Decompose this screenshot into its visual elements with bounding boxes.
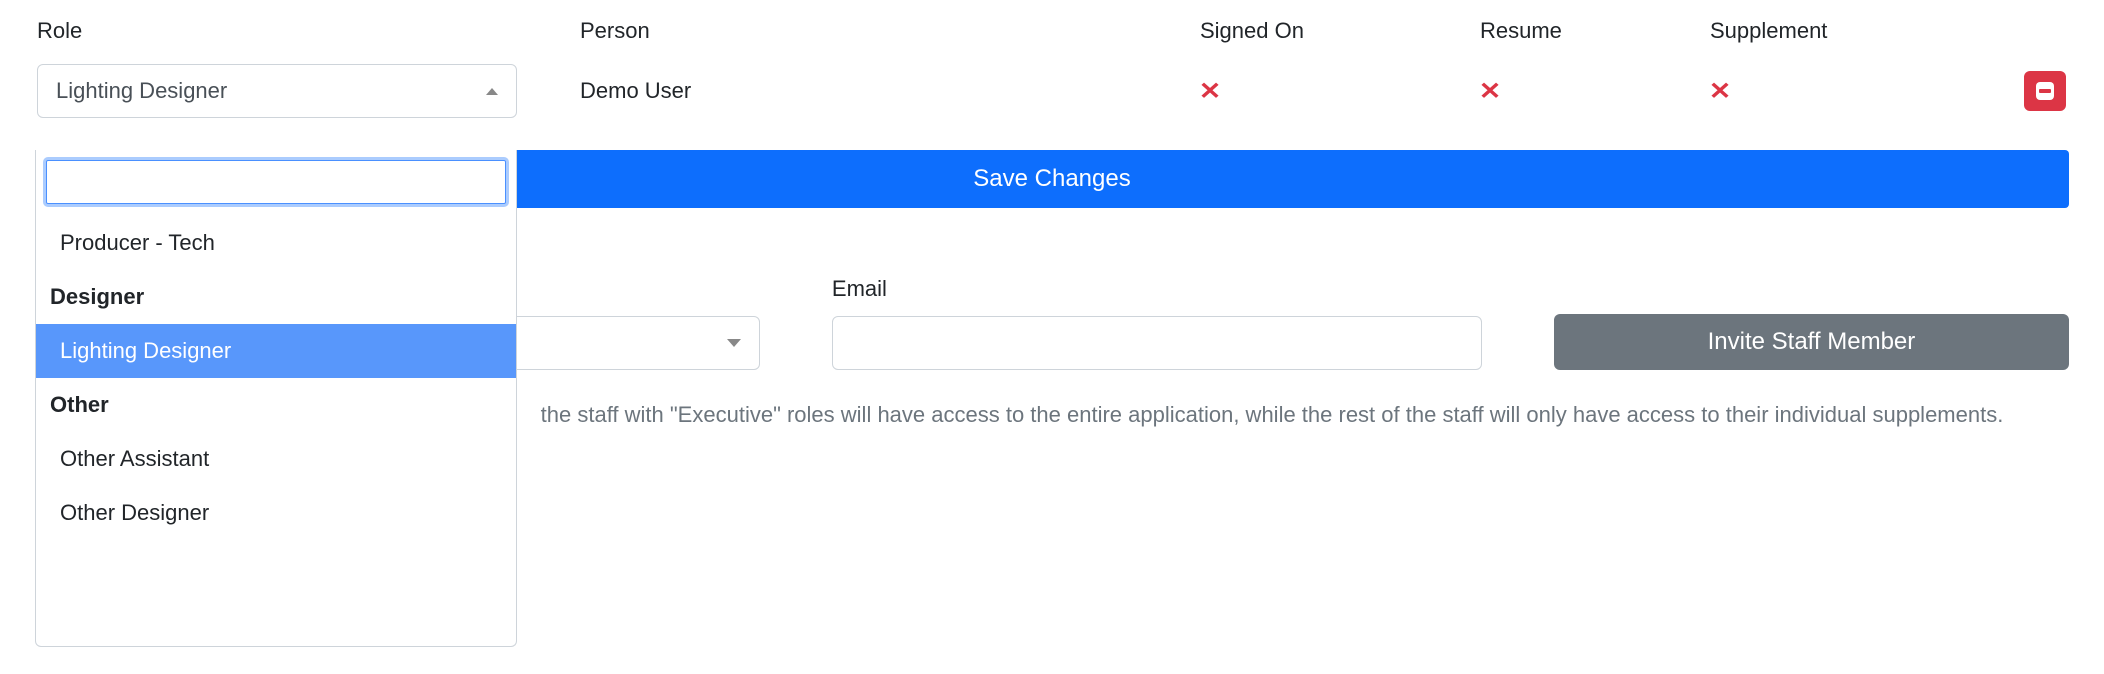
x-icon: ✕ <box>1709 77 1732 106</box>
table-row: Lighting Designer Demo User ✕ ✕ ✕ <box>35 62 2069 128</box>
role-select[interactable]: Lighting Designer <box>37 64 517 118</box>
email-label: Email <box>832 276 1482 302</box>
role-select-value: Lighting Designer <box>56 78 227 104</box>
email-group: Email <box>832 276 1482 370</box>
remove-button[interactable] <box>2024 71 2066 111</box>
header-role: Role <box>37 18 82 43</box>
x-icon: ✕ <box>1199 77 1222 106</box>
caret-up-icon <box>486 88 498 95</box>
table-header: Role Person Signed On Resume Supplement <box>35 10 2069 62</box>
header-person: Person <box>580 18 650 43</box>
header-resume: Resume <box>1480 18 1562 43</box>
role-dropdown: Producer - TechDesignerLighting Designer… <box>35 150 517 647</box>
header-supplement: Supplement <box>1710 18 1827 43</box>
dropdown-item[interactable]: Other Designer <box>36 486 516 540</box>
chevron-down-icon <box>727 339 741 347</box>
dropdown-group-label: Designer <box>36 270 516 324</box>
dropdown-item[interactable]: Lighting Designer <box>36 324 516 378</box>
dropdown-group-label: Other <box>36 378 516 432</box>
email-field[interactable] <box>832 316 1482 370</box>
dropdown-search-input[interactable] <box>46 160 506 204</box>
header-signed-on: Signed On <box>1200 18 1304 43</box>
person-name: Demo User <box>580 78 691 103</box>
minus-icon <box>2036 82 2054 100</box>
dropdown-item[interactable]: Producer - Tech <box>36 216 516 270</box>
x-icon: ✕ <box>1479 77 1502 106</box>
help-text: the staff with "Executive" roles will ha… <box>475 398 2069 431</box>
invite-button[interactable]: Invite Staff Member <box>1554 314 2069 370</box>
dropdown-item[interactable]: Other Assistant <box>36 432 516 486</box>
